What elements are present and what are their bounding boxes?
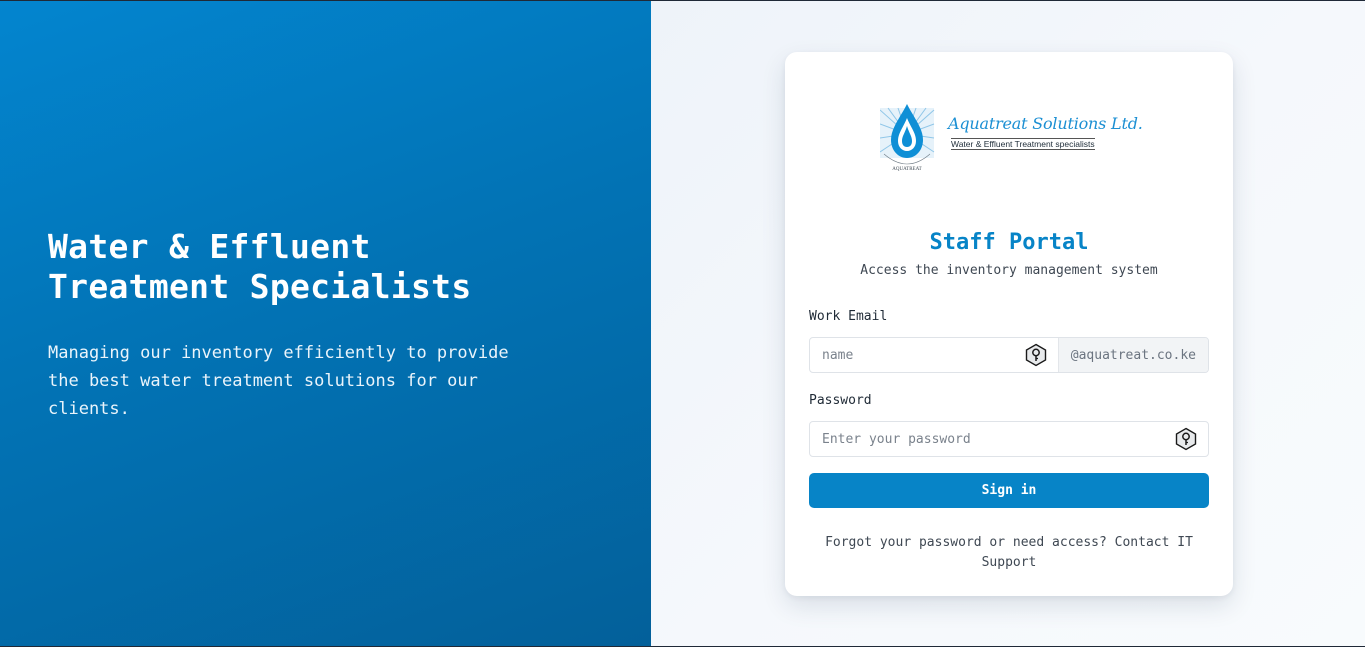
hero-description: Managing our inventory efficiently to pr… (48, 343, 509, 419)
login-panel: AQUATREAT Aquatreat Solutions Ltd. Water… (651, 1, 1365, 646)
email-field[interactable] (810, 338, 1024, 372)
hero-title-line-1: Water & Effluent (48, 227, 371, 266)
email-field-wrapper: @aquatreat.co.ke (809, 337, 1209, 373)
hero-title: Water & Effluent Treatment Specialists (48, 227, 568, 307)
password-label: Password (809, 393, 872, 408)
hero-title-line-2: Treatment Specialists (48, 267, 472, 306)
key-icon[interactable] (1174, 427, 1198, 451)
logo-tagline: Water & Effluent Treatment specialists (951, 138, 1095, 150)
portal-title: Staff Portal (929, 230, 1089, 255)
logo-mark-text: AQUATREAT (892, 167, 921, 172)
login-card: AQUATREAT Aquatreat Solutions Ltd. Water… (785, 52, 1233, 596)
company-logo: AQUATREAT Aquatreat Solutions Ltd. Water… (880, 104, 1143, 176)
logo-company-name: Aquatreat Solutions Ltd. (948, 114, 1143, 133)
help-text: Forgot your password or need access? Con… (825, 535, 1193, 570)
water-drop-logo-icon: AQUATREAT (880, 104, 935, 172)
hero-panel: Water & Effluent Treatment Specialists M… (0, 1, 651, 646)
sign-in-button[interactable]: Sign in (809, 473, 1209, 508)
password-field-wrapper (809, 421, 1209, 457)
portal-subtitle: Access the inventory management system (860, 263, 1158, 278)
login-page: Water & Effluent Treatment Specialists M… (0, 1, 1365, 646)
email-domain-suffix: @aquatreat.co.ke (1057, 338, 1208, 372)
email-label: Work Email (809, 309, 888, 324)
key-icon[interactable] (1024, 343, 1048, 367)
password-field[interactable] (810, 422, 1174, 456)
